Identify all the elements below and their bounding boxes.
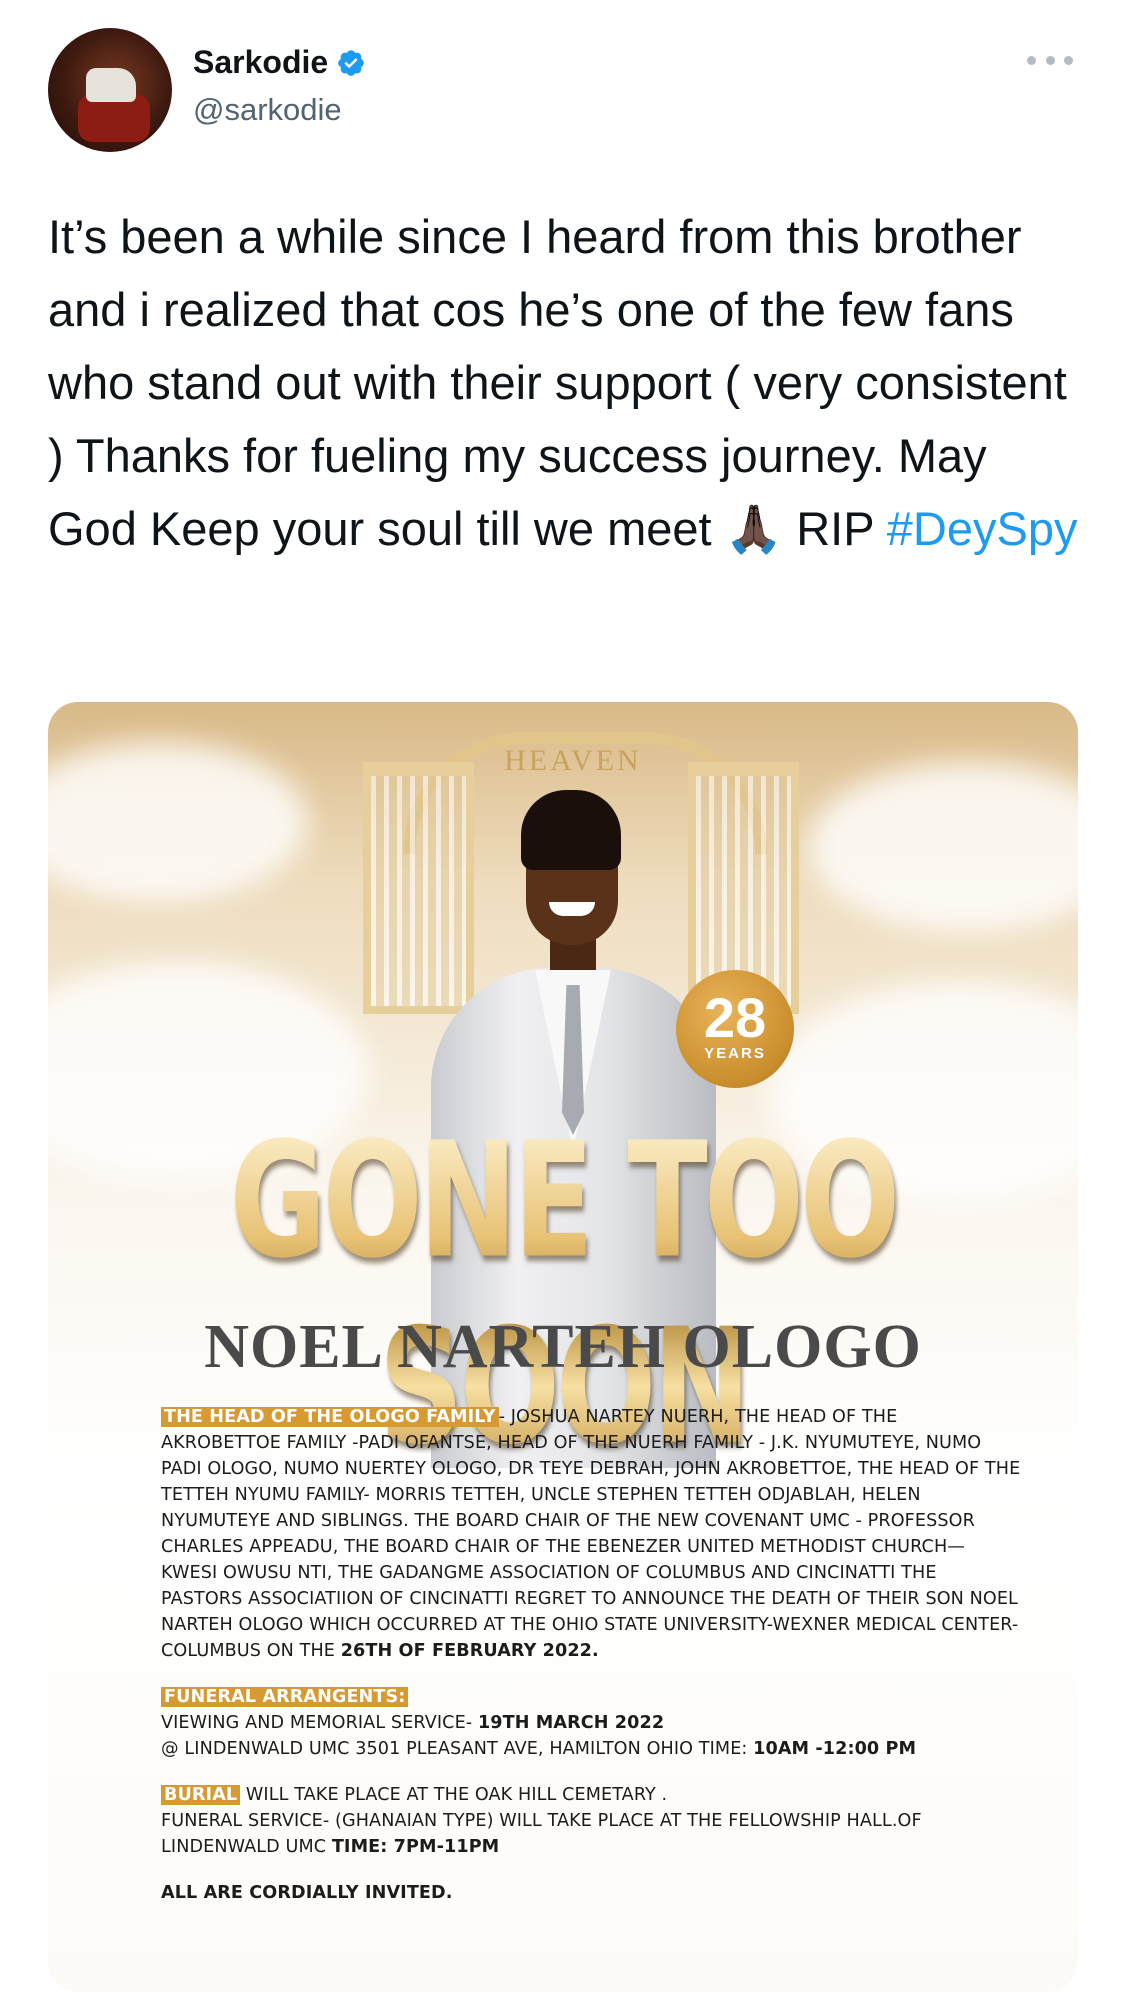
service-line: FUNERAL SERVICE- (GHANAIAN TYPE) WILL TA…: [161, 1811, 922, 1857]
age-unit: YEARS: [704, 1045, 766, 1062]
venue-time: 10AM -12:00 PM: [753, 1739, 917, 1759]
age-badge: 28 YEARS: [676, 970, 794, 1088]
author-display-name[interactable]: Sarkodie: [193, 44, 328, 81]
deceased-name: NOEL NARTEH OLOGO: [204, 1313, 922, 1381]
closing-line: ALL ARE CORDIALLY INVITED.: [161, 1883, 453, 1903]
tweet-text: It’s been a while since I heard from thi…: [48, 200, 1088, 565]
venue-line: @ LINDENWALD UMC 3501 PLEASANT AVE, HAMI…: [161, 1739, 754, 1759]
cloud-shape: [48, 742, 308, 902]
label-head-of-family: THE HEAD OF THE OLOGO FAMILY: [161, 1407, 499, 1427]
heaven-gate-text: HEAVEN: [504, 744, 642, 777]
more-options-icon[interactable]: [1027, 52, 1073, 68]
tweet-media-image[interactable]: HEAVEN 28 YEARS GONE TOO SOON NOEL NARTE…: [48, 702, 1078, 1992]
more-dot: [1064, 55, 1073, 65]
service-time: TIME: 7PM-11PM: [331, 1837, 500, 1857]
tweet-header: Sarkodie @sarkodie: [0, 0, 1125, 170]
announcement-paragraph: THE HEAD OF THE OLOGO FAMILY - JOSHUA NAR…: [161, 1404, 1021, 1664]
death-date: 26TH OF FEBRUARY 2022.: [340, 1641, 599, 1661]
author-handle[interactable]: @sarkodie: [193, 92, 342, 128]
obituary-notice: THE HEAD OF THE OLOGO FAMILY - JOSHUA NAR…: [161, 1404, 1021, 1906]
hashtag-link[interactable]: #DeySpy: [887, 502, 1078, 555]
cloud-shape: [808, 762, 1078, 932]
age-number: 28: [703, 986, 767, 1049]
announcement-body: - JOSHUA NARTEY NUERH, THE HEAD OF THE A…: [161, 1407, 1021, 1661]
author-name-row: Sarkodie: [193, 44, 366, 81]
burial-details: BURIAL WILL TAKE PLACE AT THE OAK HILL C…: [161, 1782, 1021, 1860]
funeral-arrangements: FUNERAL ARRANGENTS: VIEWING AND MEMORIAL…: [161, 1684, 1021, 1762]
burial-line: WILL TAKE PLACE AT THE OAK HILL CEMETARY…: [240, 1785, 668, 1805]
verified-badge-icon: [338, 49, 364, 76]
more-dot: [1045, 55, 1055, 65]
more-dot: [1027, 55, 1036, 65]
profile-avatar[interactable]: [48, 28, 172, 152]
label-funeral-arrangements: FUNERAL ARRANGENTS:: [161, 1687, 409, 1707]
hair-shape: [521, 790, 621, 870]
viewing-date: 19TH MARCH 2022: [477, 1713, 665, 1733]
viewing-line: VIEWING AND MEMORIAL SERVICE-: [161, 1713, 478, 1733]
avatar-figure-shape: [86, 68, 136, 102]
smile-shape: [549, 902, 595, 916]
label-burial: BURIAL: [161, 1785, 241, 1805]
